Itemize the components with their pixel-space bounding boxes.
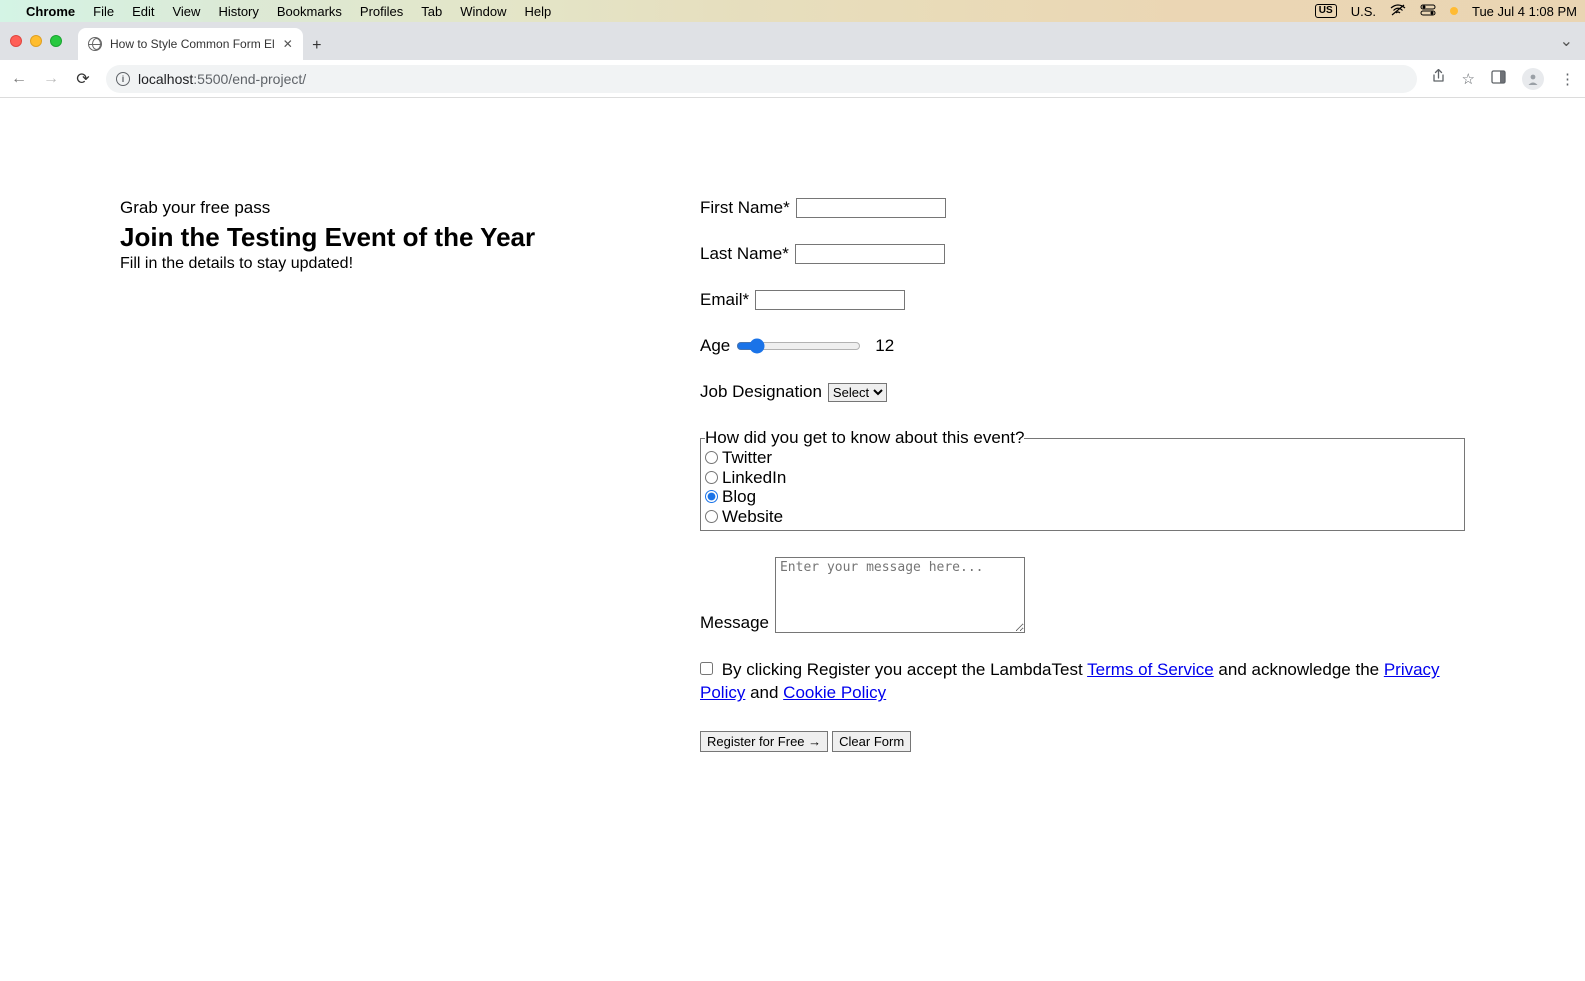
radio-row-website: Website [705, 507, 1460, 527]
page-content: Grab your free pass Join the Testing Eve… [0, 98, 1585, 792]
last-name-label: Last Name* [700, 244, 789, 264]
chrome-menu-icon[interactable]: ⋮ [1560, 70, 1575, 88]
supertitle: Grab your free pass [120, 198, 640, 218]
form-column: First Name* Last Name* Email* Age 12 Job… [700, 198, 1465, 752]
message-textarea[interactable] [775, 557, 1025, 633]
radio-website-label: Website [722, 507, 783, 527]
tabs-overflow-button[interactable]: ⌄ [1560, 31, 1573, 51]
radio-website[interactable] [705, 510, 718, 523]
age-value: 12 [875, 336, 894, 356]
consent-text-mid1: and acknowledge the [1214, 660, 1384, 679]
form-buttons: Register for Free → Clear Form [700, 731, 1465, 752]
control-center-icon[interactable] [1420, 4, 1436, 19]
chrome-tabstrip: How to Style Common Form El ✕ + ⌄ [0, 22, 1585, 60]
email-input[interactable] [755, 290, 905, 310]
menu-history[interactable]: History [218, 4, 258, 19]
consent-row: By clicking Register you accept the Lamb… [700, 659, 1465, 705]
input-source-label[interactable]: U.S. [1351, 4, 1376, 19]
message-label: Message [700, 613, 769, 633]
radio-twitter[interactable] [705, 451, 718, 464]
consent-text-mid2: and [745, 683, 783, 702]
register-button[interactable]: Register for Free → [700, 731, 828, 752]
window-minimize-button[interactable] [30, 35, 42, 47]
source-legend: How did you get to know about this event… [705, 428, 1024, 448]
radio-row-twitter: Twitter [705, 448, 1460, 468]
age-field: Age 12 [700, 336, 1465, 356]
menubar-left: Chrome File Edit View History Bookmarks … [8, 4, 551, 19]
job-label: Job Designation [700, 382, 822, 402]
spotlight-dot-icon[interactable] [1450, 7, 1458, 15]
window-close-button[interactable] [10, 35, 22, 47]
menubar-app-name[interactable]: Chrome [26, 4, 75, 19]
reload-button[interactable]: ⟳ [74, 69, 92, 89]
share-icon[interactable] [1431, 69, 1446, 88]
tos-link[interactable]: Terms of Service [1087, 660, 1214, 679]
email-label: Email* [700, 290, 749, 310]
intro-column: Grab your free pass Join the Testing Eve… [120, 198, 640, 752]
menu-file[interactable]: File [93, 4, 114, 19]
window-traffic-lights [10, 35, 62, 47]
job-field: Job Designation Select [700, 382, 1465, 402]
first-name-input[interactable] [796, 198, 946, 218]
menu-help[interactable]: Help [525, 4, 552, 19]
cookie-link[interactable]: Cookie Policy [783, 683, 886, 702]
last-name-input[interactable] [795, 244, 945, 264]
address-bar[interactable]: i localhost:5500/end-project/ [106, 65, 1417, 93]
message-field: Message [700, 557, 1465, 633]
radio-row-blog: Blog [705, 487, 1460, 507]
menu-bookmarks[interactable]: Bookmarks [277, 4, 342, 19]
first-name-label: First Name* [700, 198, 790, 218]
radio-row-linkedin: LinkedIn [705, 468, 1460, 488]
menubar-right: US U.S. Tue Jul 4 1:08 PM [1315, 4, 1577, 19]
subtitle: Fill in the details to stay updated! [120, 255, 640, 273]
email-field: Email* [700, 290, 1465, 310]
globe-icon [88, 37, 102, 51]
url-text: localhost:5500/end-project/ [138, 71, 306, 87]
registration-form: First Name* Last Name* Email* Age 12 Job… [700, 198, 1465, 752]
profile-avatar-icon[interactable] [1522, 68, 1544, 90]
clear-button[interactable]: Clear Form [832, 731, 911, 752]
age-slider[interactable] [736, 338, 861, 354]
source-fieldset: How did you get to know about this event… [700, 428, 1465, 531]
page-title: Join the Testing Event of the Year [120, 222, 640, 253]
first-name-field: First Name* [700, 198, 1465, 218]
toolbar-right: ☆ ⋮ [1431, 68, 1575, 90]
chrome-toolbar: ← → ⟳ i localhost:5500/end-project/ ☆ ⋮ [0, 60, 1585, 98]
new-tab-button[interactable]: + [303, 32, 331, 60]
window-zoom-button[interactable] [50, 35, 62, 47]
menu-view[interactable]: View [172, 4, 200, 19]
consent-checkbox[interactable] [700, 662, 713, 675]
menu-edit[interactable]: Edit [132, 4, 154, 19]
menu-tab[interactable]: Tab [421, 4, 442, 19]
bookmark-star-icon[interactable]: ☆ [1462, 70, 1475, 88]
site-info-icon[interactable]: i [116, 72, 130, 86]
tab-close-button[interactable]: ✕ [283, 37, 293, 51]
radio-blog[interactable] [705, 490, 718, 503]
browser-tab[interactable]: How to Style Common Form El ✕ [78, 28, 303, 60]
tab-title: How to Style Common Form El [110, 37, 275, 51]
menu-profiles[interactable]: Profiles [360, 4, 403, 19]
last-name-field: Last Name* [700, 244, 1465, 264]
side-panel-icon[interactable] [1491, 70, 1506, 88]
radio-twitter-label: Twitter [722, 448, 772, 468]
menu-window[interactable]: Window [460, 4, 506, 19]
radio-linkedin[interactable] [705, 471, 718, 484]
input-source-badge[interactable]: US [1315, 4, 1337, 18]
menubar-datetime[interactable]: Tue Jul 4 1:08 PM [1472, 4, 1577, 19]
radio-linkedin-label: LinkedIn [722, 468, 786, 488]
consent-text-prefix: By clicking Register you accept the Lamb… [717, 660, 1087, 679]
forward-button[interactable]: → [42, 70, 60, 88]
job-select[interactable]: Select [828, 383, 887, 402]
radio-blog-label: Blog [722, 487, 756, 507]
age-label: Age [700, 336, 730, 356]
wifi-off-icon[interactable] [1390, 4, 1406, 19]
back-button[interactable]: ← [10, 70, 28, 88]
macos-menubar: Chrome File Edit View History Bookmarks … [0, 0, 1585, 22]
